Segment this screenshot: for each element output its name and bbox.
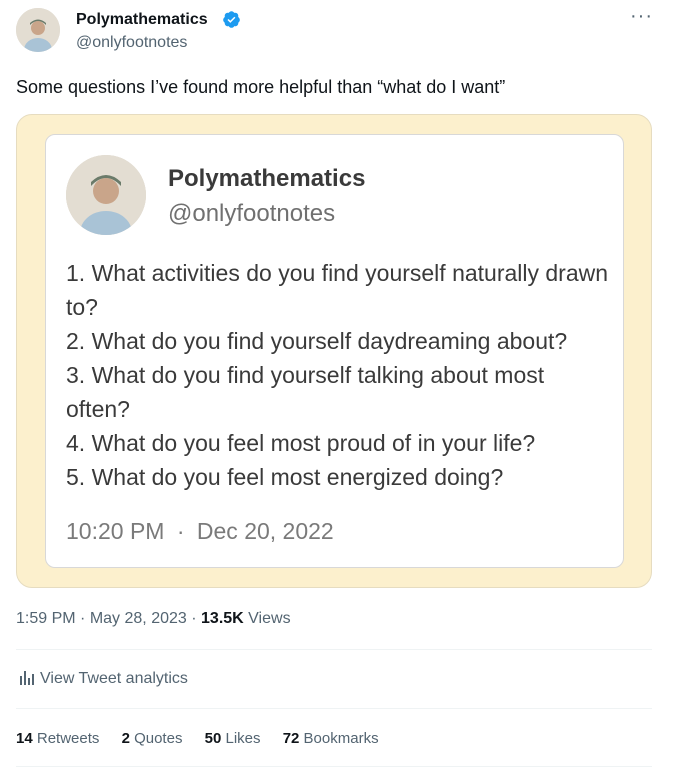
meta-separator: ·	[80, 610, 90, 627]
view-analytics-link[interactable]: View Tweet analytics	[18, 668, 188, 689]
analytics-label: View Tweet analytics	[40, 670, 188, 687]
question-item: 5. What do you feel most energized doing…	[66, 464, 504, 490]
quotes-label: Quotes	[134, 730, 183, 747]
embedded-date: Dec 20, 2022	[196, 518, 334, 544]
engagement-stats: 14 Retweets 2 Quotes 50 Likes 72 Bookmar…	[16, 729, 397, 749]
bookmarks-label: Bookmarks	[303, 730, 379, 747]
question-list: 1. What activities do you find yourself …	[66, 256, 614, 494]
retweets-count: 14	[16, 730, 33, 747]
quotes-stat[interactable]: 2 Quotes	[122, 730, 183, 747]
tweet-text: Some questions I’ve found more helpful t…	[16, 77, 506, 97]
question-item: 1. What activities do you find yourself …	[66, 260, 609, 320]
analytics-bar-icon	[20, 671, 34, 685]
divider	[16, 649, 652, 650]
embedded-author-handle: @onlyfootnotes	[168, 200, 336, 227]
embedded-timestamp: 10:20 PM · Dec 20, 2022	[66, 516, 334, 546]
views-label: Views	[248, 610, 291, 627]
author-avatar[interactable]	[16, 8, 60, 52]
tweet-metadata: 1:59 PM · May 28, 2023 · 13.5K Views	[16, 609, 291, 629]
question-item: 2. What do you find yourself daydreaming…	[66, 328, 568, 354]
author-name[interactable]: Polymathematics	[76, 10, 208, 29]
question-item: 3. What do you find yourself talking abo…	[66, 362, 545, 422]
retweets-label: Retweets	[36, 730, 100, 747]
divider	[16, 766, 652, 767]
bookmarks-stat[interactable]: 72 Bookmarks	[283, 730, 379, 747]
avatar-photo-icon	[16, 8, 60, 52]
divider	[16, 708, 652, 709]
avatar-photo-icon	[66, 155, 146, 235]
likes-stat[interactable]: 50 Likes	[205, 730, 261, 747]
question-item: 4. What do you feel most proud of in you…	[66, 430, 536, 456]
embedded-separator: ·	[176, 518, 185, 544]
embedded-author-name: Polymathematics	[168, 165, 366, 192]
tweet-time[interactable]: 1:59 PM	[16, 610, 76, 627]
embedded-time: 10:20 PM	[66, 518, 165, 544]
tweet-date[interactable]: May 28, 2023	[90, 610, 187, 627]
embedded-avatar	[66, 155, 146, 235]
likes-count: 50	[204, 730, 222, 747]
verified-badge-icon	[223, 11, 240, 28]
meta-separator: ·	[191, 610, 202, 627]
author-handle[interactable]: @onlyfootnotes	[76, 33, 187, 52]
views-count: 13.5K	[201, 610, 244, 627]
bookmarks-count: 72	[282, 730, 300, 747]
quotes-count: 2	[121, 730, 130, 747]
more-options-icon[interactable]: ···	[630, 6, 653, 26]
retweets-stat[interactable]: 14 Retweets	[16, 730, 99, 747]
likes-label: Likes	[225, 730, 261, 747]
